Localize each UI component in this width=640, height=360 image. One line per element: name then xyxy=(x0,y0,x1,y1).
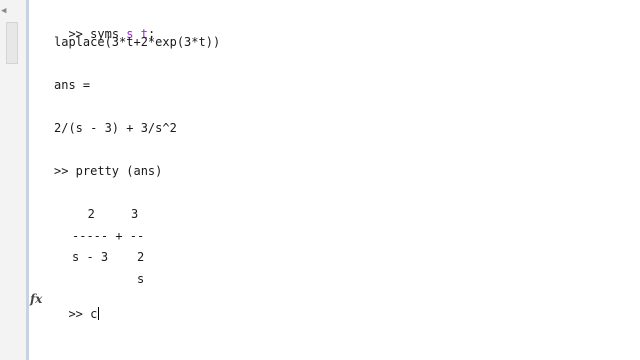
command-input[interactable]: >> c xyxy=(54,293,100,321)
pretty-row-4: s xyxy=(72,272,145,286)
panel-arrow-icon[interactable]: ◀ xyxy=(1,6,6,16)
text-cursor xyxy=(98,307,100,320)
command-line-laplace: laplace(3*t+2*exp(3*t)) xyxy=(54,35,221,49)
pretty-row-2: ----- + -- xyxy=(72,229,145,243)
pretty-row-1: 2 3 xyxy=(66,207,139,221)
left-panel-edge: ◀ xyxy=(0,0,27,360)
panel-divider[interactable] xyxy=(26,0,29,360)
panel-scrollbar[interactable] xyxy=(6,22,18,64)
output-expression: 2/(s - 3) + 3/s^2 xyxy=(54,121,177,135)
function-browser-icon[interactable]: fx xyxy=(30,292,42,306)
output-label-ans: ans = xyxy=(54,78,91,92)
command-line-pretty: >> pretty (ans) xyxy=(54,164,163,178)
command-window[interactable] xyxy=(30,0,640,360)
current-input-text: >> c xyxy=(68,307,98,321)
pretty-row-3: s - 3 2 xyxy=(72,250,145,264)
